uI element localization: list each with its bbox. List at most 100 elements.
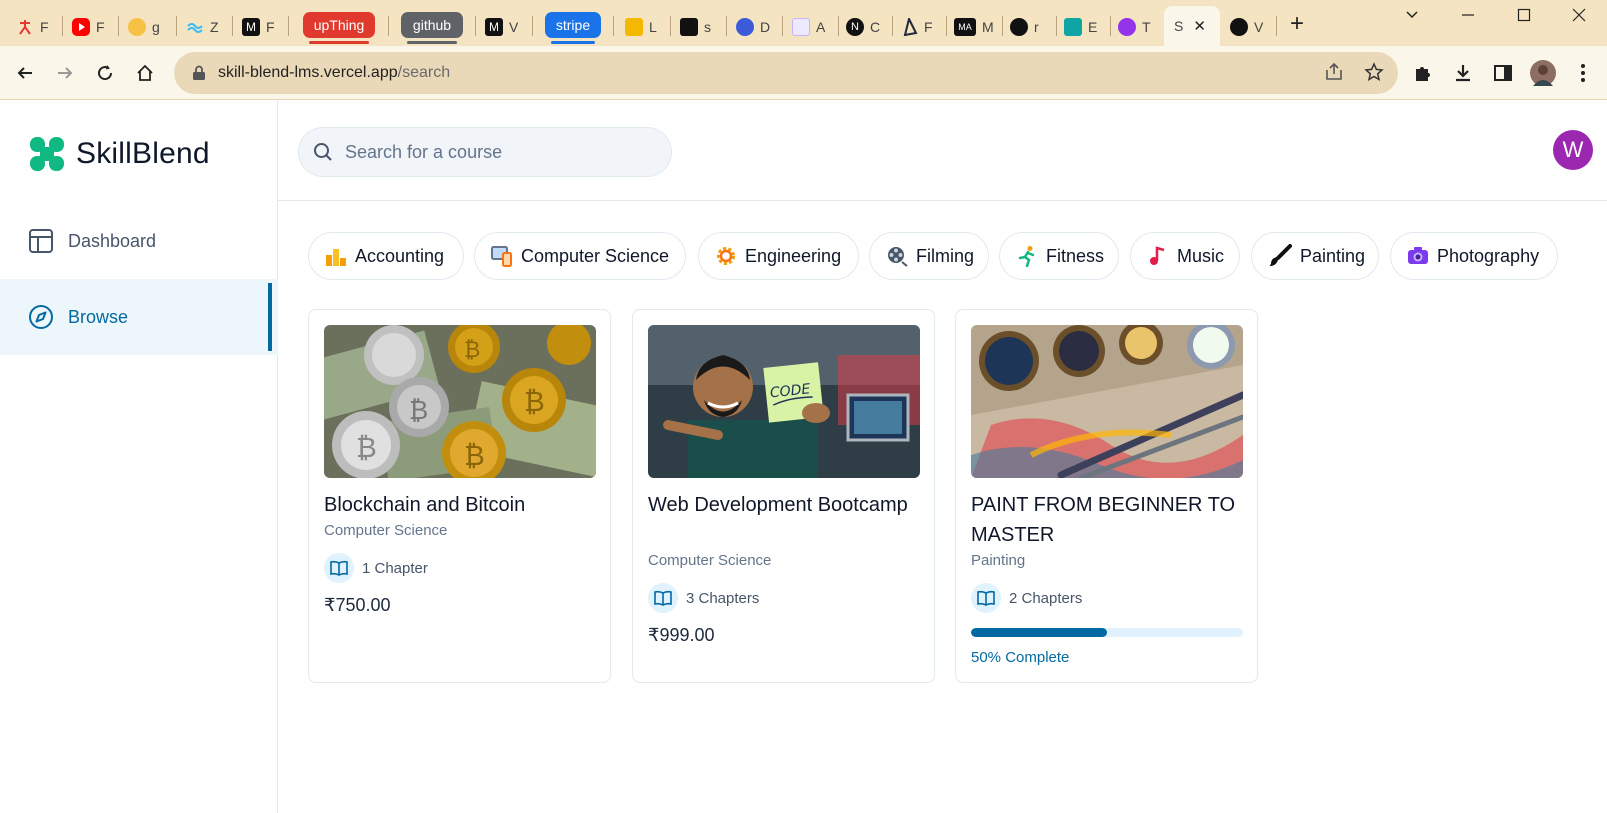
course-price: ₹750.00: [324, 595, 391, 615]
side-panel-button[interactable]: [1490, 60, 1516, 86]
tab-group-upthing[interactable]: upThing: [303, 12, 375, 44]
svg-text:₿: ₿: [409, 396, 428, 426]
chapter-count-label: 1 Chapter: [362, 559, 428, 577]
gear-emoji-icon: [717, 247, 735, 265]
u-logo-icon: [1118, 18, 1136, 36]
arrow-right-icon: [58, 67, 73, 79]
browser-tab[interactable]: M V: [485, 8, 518, 46]
wave-icon: [186, 18, 204, 36]
music-note-emoji-icon: [1150, 246, 1165, 265]
home-button[interactable]: [130, 58, 160, 88]
search-input[interactable]: [345, 141, 645, 163]
browser-tab[interactable]: r: [1010, 8, 1039, 46]
maximize-icon: [1517, 8, 1531, 22]
avatar[interactable]: W: [1553, 130, 1593, 170]
browser-tab[interactable]: M F: [242, 8, 275, 46]
svg-text:₿: ₿: [464, 439, 485, 472]
browser-tab[interactable]: E: [1064, 8, 1097, 46]
tab-title: F: [924, 19, 933, 35]
close-window-button[interactable]: [1551, 0, 1607, 30]
extensions-button[interactable]: [1410, 60, 1436, 86]
sidebar-item-dashboard[interactable]: Dashboard: [0, 203, 278, 279]
tab-title: V: [1254, 19, 1264, 35]
stripe-s-icon: [792, 18, 810, 36]
m-logo-icon: M: [242, 18, 260, 36]
chevron-down-icon: [1406, 11, 1418, 19]
browser-tab[interactable]: MA M: [954, 8, 994, 46]
browser-tab[interactable]: N C: [846, 8, 880, 46]
tab-title: D: [760, 19, 771, 35]
tab-search-button[interactable]: [1384, 0, 1440, 30]
browser-menu-button[interactable]: [1570, 60, 1596, 86]
bar-chart-emoji-icon: [326, 249, 346, 266]
category-chip-music[interactable]: Music: [1130, 232, 1240, 280]
course-card-blockchain-and-bitcoin[interactable]: ₿ ₿ ₿ ₿ ₿ Blockchain and Bitcoin Compute…: [308, 309, 611, 683]
course-thumbnail-paint-palette: [971, 325, 1243, 478]
browser-tab[interactable]: F: [900, 8, 933, 46]
downloads-button[interactable]: [1450, 60, 1476, 86]
m-logo-icon: M: [485, 18, 503, 36]
puzzle-icon: [1416, 67, 1430, 81]
category-label: Engineering: [745, 245, 842, 266]
minimize-icon: [1462, 14, 1474, 16]
category-chip-computer-science[interactable]: Computer Science: [474, 232, 686, 280]
category-chip-accounting[interactable]: Accounting: [308, 232, 464, 280]
category-chip-painting[interactable]: Painting: [1251, 232, 1379, 280]
profile-avatar-button[interactable]: [1530, 60, 1556, 86]
sidebar-item-browse[interactable]: Browse: [0, 279, 278, 355]
more-vertical-icon: [1581, 64, 1585, 82]
bookmark-button[interactable]: [1362, 60, 1386, 84]
minimize-button[interactable]: [1440, 0, 1496, 30]
url-path: /search: [397, 64, 451, 81]
share-button[interactable]: [1322, 60, 1346, 84]
search-icon: [314, 143, 332, 161]
browser-tab[interactable]: V: [1230, 8, 1263, 46]
browser-tab[interactable]: g: [128, 8, 160, 46]
tab-group-github[interactable]: github: [401, 12, 463, 44]
category-chip-photography[interactable]: Photography: [1390, 232, 1558, 280]
back-button[interactable]: [10, 58, 40, 88]
course-progress-label: 50% Complete: [971, 649, 1070, 666]
browser-tab[interactable]: L: [625, 8, 657, 46]
maximize-button[interactable]: [1496, 0, 1552, 30]
course-title[interactable]: PAINT FROM BEGINNER TO MASTER: [971, 490, 1243, 550]
browser-tab[interactable]: T: [1118, 8, 1151, 46]
compass-icon: [29, 305, 53, 329]
category-chip-engineering[interactable]: Engineering: [698, 232, 859, 280]
browser-tab[interactable]: F: [16, 8, 49, 46]
browser-tab[interactable]: s: [680, 8, 711, 46]
forward-button[interactable]: [50, 58, 80, 88]
film-reel-emoji-icon: [888, 247, 908, 267]
address-bar[interactable]: skill-blend-lms.vercel.app/search: [174, 52, 1398, 94]
tab-group-stripe[interactable]: stripe: [545, 12, 601, 44]
arrow-left-icon: [17, 67, 32, 79]
category-chip-filming[interactable]: Filming: [869, 232, 989, 280]
browser-tab[interactable]: Z: [186, 8, 219, 46]
close-icon[interactable]: ✕: [1193, 17, 1206, 35]
course-card-paint-from-beginner-to-master[interactable]: PAINT FROM BEGINNER TO MASTER Painting 2…: [955, 309, 1258, 683]
search-box[interactable]: [298, 127, 672, 177]
active-browser-tab[interactable]: S ✕: [1164, 6, 1220, 46]
course-card-web-development-bootcamp[interactable]: CODE Web Development Bootcamp Computer S…: [632, 309, 935, 683]
course-category: Computer Science: [648, 552, 772, 569]
camera-emoji-icon: [1408, 247, 1428, 264]
browser-tab[interactable]: F: [72, 8, 105, 46]
emoji-icon: [128, 18, 146, 36]
app-logo[interactable]: SkillBlend: [28, 135, 210, 173]
course-title[interactable]: Blockchain and Bitcoin: [324, 490, 596, 520]
url-host: skill-blend-lms.vercel.app: [218, 64, 398, 81]
browser-tab[interactable]: A: [792, 8, 825, 46]
tab-title: V: [509, 19, 519, 35]
prisma-icon: [900, 16, 918, 37]
category-chip-fitness[interactable]: Fitness: [999, 232, 1119, 280]
browser-tab[interactable]: D: [736, 8, 770, 46]
tab-group-label: github: [412, 17, 452, 33]
reload-button[interactable]: [90, 58, 120, 88]
new-tab-button[interactable]: +: [1290, 12, 1304, 36]
course-category: Computer Science: [324, 522, 448, 539]
course-title[interactable]: Web Development Bootcamp: [648, 490, 920, 520]
lock-icon: [193, 65, 205, 80]
course-progress-bar: [971, 628, 1243, 637]
svg-text:₿: ₿: [356, 431, 377, 464]
slash-icon: [680, 18, 698, 36]
